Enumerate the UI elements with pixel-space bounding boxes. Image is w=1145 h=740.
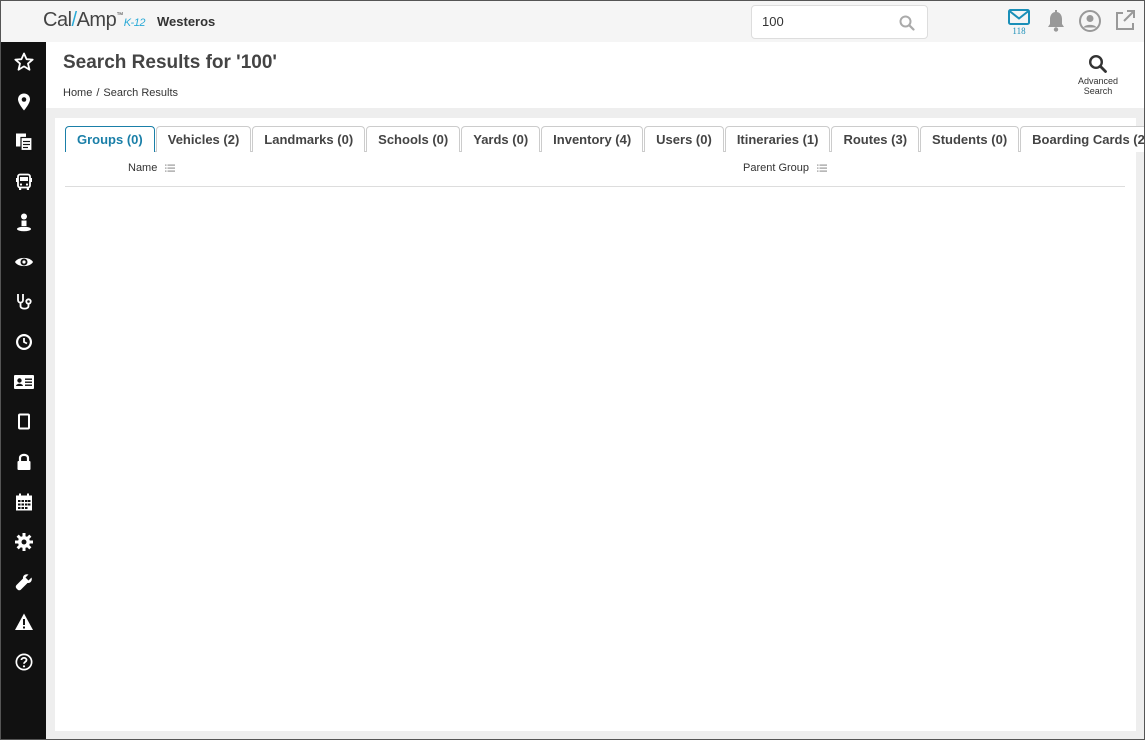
top-bar: Cal/Amp™K-12 Westeros 118 <box>1 1 1144 42</box>
breadcrumb: Home / Search Results <box>63 87 178 99</box>
stethoscope-icon <box>16 294 32 310</box>
sidebar-item-settings[interactable] <box>1 522 46 562</box>
sidebar-item-help[interactable] <box>1 642 46 682</box>
search-icon <box>1088 54 1107 73</box>
logo-trademark: ™ <box>116 12 123 19</box>
star-icon <box>13 52 34 71</box>
sidebar-item-health[interactable] <box>1 282 46 322</box>
tab-students[interactable]: Students (0) <box>920 126 1020 152</box>
column-menu-icon[interactable] <box>817 163 828 173</box>
tab-vehicles[interactable]: Vehicles (2) <box>155 126 252 152</box>
column-header-name[interactable]: Name <box>128 162 176 174</box>
documents-icon <box>15 133 33 152</box>
main-area: Search Results for '100' Home / Search Res… <box>46 42 1144 739</box>
help-icon <box>15 653 32 671</box>
table-header: Name Parent Group <box>65 152 1125 187</box>
column-menu-icon[interactable] <box>165 163 176 173</box>
lock-icon <box>17 453 30 470</box>
tab-landmarks[interactable]: Landmarks (0) <box>252 126 366 152</box>
sidebar-item-tools[interactable] <box>1 562 46 602</box>
app-window: Cal/Amp™K-12 Westeros 118 <box>0 0 1145 740</box>
sidebar-item-vehicles[interactable] <box>1 162 46 202</box>
column-header-name-label: Name <box>128 162 158 174</box>
result-tabs: Groups (0) Vehicles (2) Landmarks (0) Sc… <box>65 126 1144 152</box>
bus-icon <box>15 173 32 190</box>
sidebar-item-alerts[interactable] <box>1 602 46 642</box>
tab-users[interactable]: Users (0) <box>644 126 724 152</box>
advanced-search-label-line1: Advanced <box>1077 76 1119 86</box>
logo-suffix: K-12 <box>123 17 146 29</box>
breadcrumb-separator: / <box>96 87 100 99</box>
tab-yards[interactable]: Yards (0) <box>461 126 541 152</box>
clock-icon <box>15 334 32 350</box>
sidebar-item-calendar[interactable] <box>1 482 46 522</box>
tab-inventory[interactable]: Inventory (4) <box>541 126 644 152</box>
tab-itineraries[interactable]: Itineraries (1) <box>724 126 831 152</box>
sidebar-item-id-cards[interactable] <box>1 362 46 402</box>
eye-icon <box>14 257 33 267</box>
search-icon[interactable] <box>899 15 915 31</box>
global-search[interactable] <box>751 5 928 39</box>
advanced-search-label-line2: Search <box>1083 86 1113 96</box>
tenant-name[interactable]: Westeros <box>157 14 215 29</box>
page-title: Search Results for '100' <box>63 52 277 73</box>
sidebar-item-devices[interactable] <box>1 402 46 442</box>
tab-boarding-cards[interactable]: Boarding Cards (235) <box>1020 126 1144 152</box>
search-input[interactable] <box>762 14 897 29</box>
sidebar-item-monitoring[interactable] <box>1 242 46 282</box>
tablet-icon <box>17 413 30 430</box>
sidebar-item-security[interactable] <box>1 442 46 482</box>
results-panel: Groups (0) Vehicles (2) Landmarks (0) Sc… <box>55 118 1144 731</box>
logo-text-2: Amp <box>76 9 117 31</box>
tab-schools[interactable]: Schools (0) <box>366 126 461 152</box>
wrench-icon <box>15 574 32 591</box>
id-card-icon <box>13 375 34 389</box>
sidebar-item-reports[interactable] <box>1 122 46 162</box>
tab-groups[interactable]: Groups (0) <box>65 126 155 152</box>
calamp-logo[interactable]: Cal/Amp™K-12 <box>43 9 145 32</box>
user-account-icon[interactable] <box>1078 8 1102 34</box>
sidebar-item-students[interactable] <box>1 202 46 242</box>
column-header-parent-group[interactable]: Parent Group <box>743 162 828 174</box>
page-header: Search Results for '100' Home / Search Res… <box>46 42 1144 108</box>
gear-icon <box>14 533 33 551</box>
advanced-search-button[interactable]: Advanced Search <box>1067 54 1129 96</box>
external-link-icon[interactable] <box>1113 8 1137 34</box>
mail-count-badge: 118 <box>1012 26 1026 36</box>
sidebar <box>1 42 46 739</box>
student-icon <box>16 213 31 232</box>
calendar-icon <box>15 493 32 511</box>
sidebar-item-history[interactable] <box>1 322 46 362</box>
logo-text-1: Cal <box>43 9 72 31</box>
map-pin-icon <box>17 93 30 111</box>
breadcrumb-home[interactable]: Home <box>63 87 92 99</box>
tab-routes[interactable]: Routes (3) <box>831 126 920 152</box>
warning-icon <box>14 613 33 630</box>
bell-icon[interactable] <box>1044 8 1068 34</box>
sidebar-item-favorites[interactable] <box>1 42 46 82</box>
sidebar-item-map[interactable] <box>1 82 46 122</box>
breadcrumb-current: Search Results <box>103 87 178 99</box>
column-header-parent-group-label: Parent Group <box>743 162 810 174</box>
